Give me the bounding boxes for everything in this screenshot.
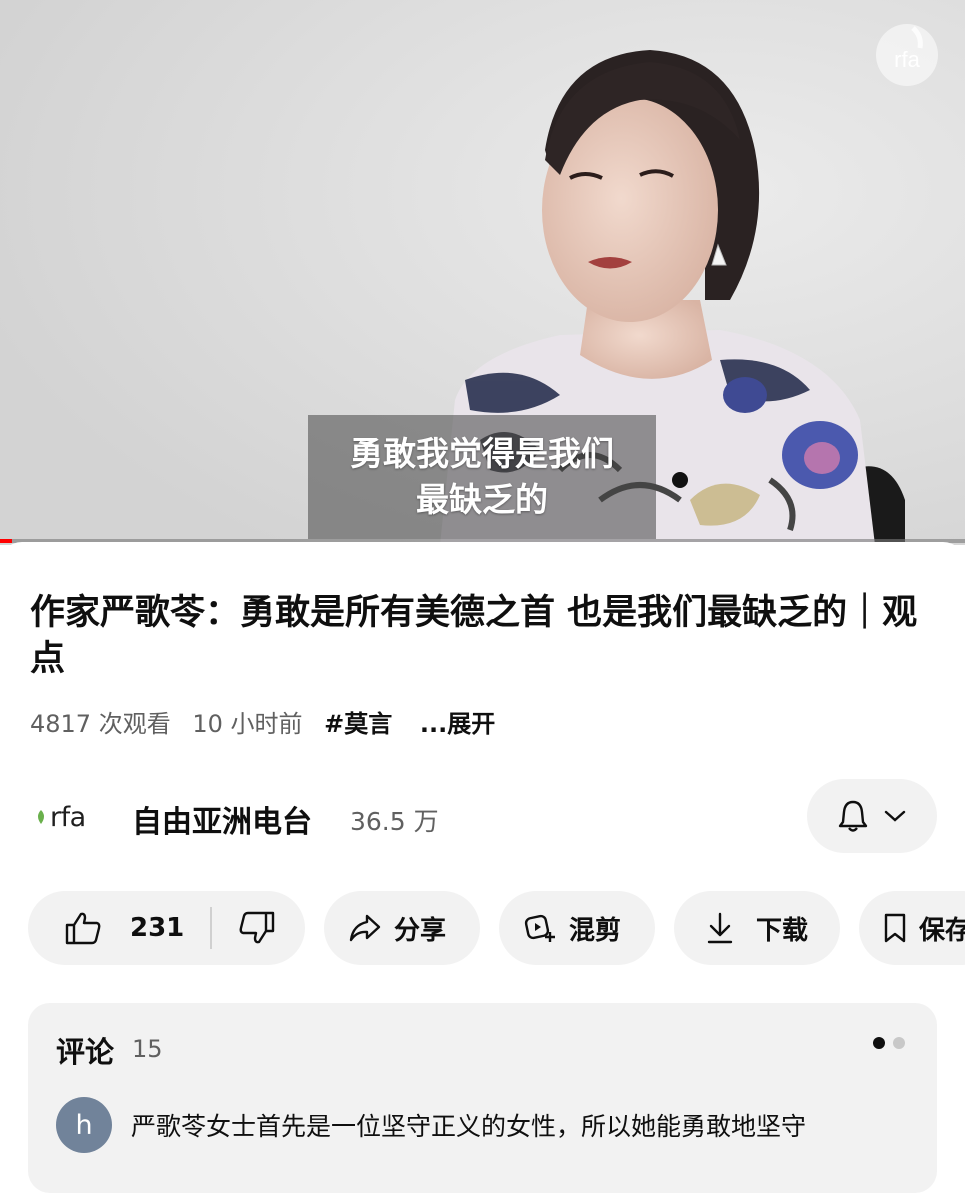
download-icon [707, 912, 733, 944]
rfa-leaf-icon [38, 810, 44, 824]
comments-title: 评论 [56, 1035, 115, 1069]
remix-label: 混剪 [569, 915, 622, 946]
like-dislike-group: 231 [28, 891, 305, 965]
remix-button[interactable]: 混剪 [499, 891, 655, 965]
comments-count: 15 [132, 1035, 163, 1063]
bell-icon [838, 800, 868, 832]
channel-logo[interactable]: rfa [34, 800, 86, 834]
upload-time: 10 小时前 [192, 710, 303, 738]
hashtag-link[interactable]: #莫言 [324, 710, 392, 738]
thumbs-up-icon [65, 912, 101, 945]
save-label: 保存 [919, 915, 965, 946]
dislike-button[interactable] [238, 910, 276, 946]
like-button[interactable] [64, 910, 102, 946]
video-meta[interactable]: 4817 次观看 10 小时前 #莫言 ...展开 [30, 704, 509, 739]
share-button[interactable]: 分享 [324, 891, 480, 965]
like-count: 231 [130, 913, 185, 943]
carousel-indicator [873, 1037, 905, 1049]
comment-text: 严歌苓女士首先是一位坚守正义的女性，所以她能勇敢地坚守 [131, 1112, 807, 1141]
share-icon [349, 914, 381, 942]
video-subtitle: 勇敢我觉得是我们 最缺乏的 [308, 415, 656, 539]
video-progress-fill [0, 539, 12, 543]
remix-icon [524, 914, 555, 942]
download-label: 下载 [756, 915, 809, 946]
notification-bell-button[interactable] [807, 779, 937, 853]
video-title[interactable]: 作家严歌苓：勇敢是所有美德之首 也是我们最缺乏的｜观点 [30, 590, 950, 682]
download-button[interactable]: 下载 [674, 891, 840, 965]
indicator-dot-active [873, 1037, 885, 1049]
comments-card[interactable]: 评论 15 h 严歌苓女士首先是一位坚守正义的女性，所以她能勇敢地坚守 [28, 1003, 937, 1193]
expand-description-button[interactable]: ...展开 [420, 710, 495, 738]
channel-name[interactable]: 自由亚洲电台 [132, 797, 312, 841]
save-button[interactable]: 保存 [859, 891, 965, 965]
share-label: 分享 [394, 915, 447, 946]
indicator-dot [893, 1037, 905, 1049]
thumbs-down-icon [239, 911, 275, 944]
subtitle-line-2: 最缺乏的 [416, 480, 548, 519]
channel-logo-text: rfa [50, 801, 86, 833]
commenter-avatar: h [56, 1097, 112, 1153]
video-player[interactable]: rfa 勇敢我觉得是我们 最缺乏的 [0, 0, 965, 545]
subscriber-count: 36.5 万 [350, 807, 439, 836]
subtitle-line-1: 勇敢我觉得是我们 [350, 434, 614, 473]
like-divider [210, 907, 213, 949]
watermark-text: rfa [894, 47, 920, 72]
bookmark-icon [884, 913, 906, 943]
view-count: 4817 次观看 [30, 710, 171, 738]
rfa-watermark-icon: rfa [876, 24, 938, 86]
chevron-down-icon [884, 810, 906, 822]
